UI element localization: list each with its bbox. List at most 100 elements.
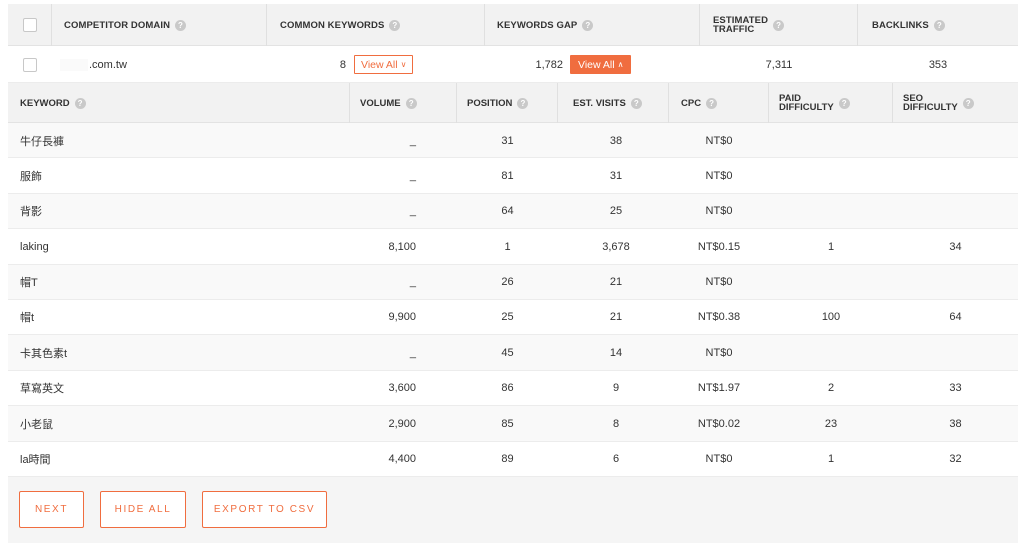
question-circle-icon[interactable]: ? (74, 97, 86, 109)
column-position[interactable]: POSITION ? (457, 83, 558, 123)
column-label: EST. VISITS (573, 97, 626, 109)
column-est-visits[interactable]: EST. VISITS ? (558, 83, 669, 123)
competitor-table-header: COMPETITOR DOMAIN ? COMMON KEYWORDS ? KE… (8, 4, 1018, 46)
column-estimated-traffic[interactable]: ESTIMATED TRAFFIC ? (700, 4, 858, 46)
question-circle-icon[interactable]: ? (706, 97, 718, 109)
column-keyword[interactable]: KEYWORD ? (8, 83, 350, 123)
cpc-cell: NT$0 (705, 134, 733, 147)
column-label: KEYWORDS GAP (497, 19, 578, 31)
keywords-gap-view-all-button[interactable]: View All ∧ (570, 46, 632, 83)
column-paid-difficulty[interactable]: PAID DIFFICULTY ? (769, 83, 893, 123)
paid-difficulty-cell (769, 194, 893, 229)
table-row: 草寫英文 3,600 86 9 NT$1.97 2 33 (8, 370, 1018, 407)
view-all-active-button[interactable]: View All ∧ (570, 55, 632, 74)
position-cell: 85 (501, 417, 514, 430)
paid-difficulty-cell: 1 (827, 240, 835, 253)
question-circle-icon[interactable]: ? (773, 19, 785, 31)
question-circle-icon[interactable]: ? (933, 19, 945, 31)
keyword-table-body: 牛仔長褲 _ 31 38 NT$0 服飾 _ 81 31 NT$0 背影 _ 6… (8, 123, 1018, 477)
seo-difficulty-cell: 38 (949, 417, 962, 430)
seo-difficulty-cell (893, 335, 1018, 370)
redacted-domain-part (60, 58, 88, 71)
keyword-cell: 卡其色素t (20, 347, 68, 360)
competitor-keywords-panel: COMPETITOR DOMAIN ? COMMON KEYWORDS ? KE… (8, 4, 1018, 543)
column-label: COMMON KEYWORDS (280, 19, 385, 31)
column-cpc[interactable]: CPC ? (669, 83, 769, 123)
cpc-cell: NT$0 (705, 169, 733, 182)
position-cell: 26 (501, 276, 514, 289)
keyword-cell: 帽t (20, 312, 35, 325)
count-value: 8 (339, 58, 346, 71)
question-circle-icon[interactable]: ? (630, 97, 642, 109)
table-row: la時間 4,400 89 6 NT$0 1 32 (8, 441, 1018, 477)
table-row: 帽T _ 26 21 NT$0 (8, 264, 1018, 300)
visits-cell: 25 (609, 205, 623, 218)
question-circle-icon[interactable]: ? (517, 97, 529, 109)
volume-cell: _ (409, 276, 416, 289)
common-keywords-view-all-button[interactable]: View All ∨ (354, 46, 414, 83)
question-circle-icon[interactable]: ? (582, 19, 594, 31)
view-all-button[interactable]: View All ∨ (354, 55, 414, 74)
column-competitor-domain[interactable]: COMPETITOR DOMAIN ? (52, 4, 267, 46)
paid-difficulty-cell: 100 (821, 311, 841, 324)
question-circle-icon[interactable]: ? (175, 19, 187, 31)
column-keywords-gap[interactable]: KEYWORDS GAP ? (485, 4, 700, 46)
row-checkbox[interactable] (23, 57, 37, 72)
visits-cell: 31 (609, 169, 623, 182)
seo-difficulty-cell (893, 123, 1018, 158)
table-row: 帽t 9,900 25 21 NT$0.38 100 64 (8, 299, 1018, 336)
column-label: PAID DIFFICULTY (779, 94, 834, 113)
volume-cell: 3,600 (388, 382, 416, 395)
question-circle-icon[interactable]: ? (389, 19, 401, 31)
table-row: 卡其色素t _ 45 14 NT$0 (8, 335, 1018, 371)
label-line-2: DIFFICULTY (903, 102, 958, 113)
column-backlinks[interactable]: BACKLINKS ? (858, 4, 1018, 46)
competitor-domain[interactable]: .com.tw (60, 46, 127, 83)
keyword-cell: 小老鼠 (20, 418, 53, 431)
table-row: 背影 _ 64 25 NT$0 (8, 193, 1018, 230)
traffic-value: 7,311 (765, 58, 793, 71)
export-csv-button[interactable]: EXPORT TO CSV (202, 491, 327, 528)
column-volume[interactable]: VOLUME ? (350, 83, 457, 123)
row-select-cell (23, 46, 37, 83)
column-label: SEO DIFFICULTY (903, 94, 958, 113)
question-circle-icon[interactable]: ? (405, 97, 417, 109)
cpc-cell: NT$0.38 (697, 311, 741, 324)
column-seo-difficulty[interactable]: SEO DIFFICULTY ? (893, 83, 1018, 123)
seo-difficulty-cell (893, 265, 1018, 300)
visits-cell: 8 (612, 417, 620, 430)
paid-difficulty-cell (769, 335, 893, 370)
column-label: CPC (681, 97, 702, 109)
question-circle-icon[interactable]: ? (962, 97, 974, 109)
chevron-up-icon: ∧ (617, 60, 624, 69)
seo-difficulty-cell (893, 194, 1018, 229)
backlinks-value: 353 (858, 46, 1018, 83)
seo-difficulty-cell: 32 (949, 453, 962, 466)
count-value: 1,782 (535, 58, 563, 71)
paid-difficulty-cell: 1 (827, 453, 835, 466)
column-label: ESTIMATED TRAFFIC (713, 16, 768, 35)
next-button[interactable]: NEXT (19, 491, 84, 528)
volume-cell: 9,900 (388, 311, 416, 324)
cpc-cell: NT$0 (705, 276, 733, 289)
column-common-keywords[interactable]: COMMON KEYWORDS ? (267, 4, 485, 46)
column-label: VOLUME (360, 97, 401, 109)
volume-cell: 4,400 (388, 453, 416, 466)
question-circle-icon[interactable]: ? (838, 97, 850, 109)
keyword-cell: 服飾 (20, 170, 42, 183)
keyword-cell: 背影 (20, 206, 42, 219)
keyword-cell: 帽T (20, 277, 38, 290)
paid-difficulty-cell (769, 123, 893, 158)
select-all-cell (8, 4, 52, 46)
paid-difficulty-cell (769, 158, 893, 193)
table-row: laking 8,100 1 3,678 NT$0.15 1 34 (8, 229, 1018, 265)
volume-cell: 8,100 (388, 240, 416, 253)
volume-cell: _ (409, 205, 416, 218)
cpc-cell: NT$1.97 (697, 382, 741, 395)
cpc-cell: NT$0 (705, 205, 733, 218)
keywords-gap-count: 1,782 (485, 46, 563, 83)
position-cell: 86 (501, 382, 514, 395)
select-all-checkbox[interactable] (22, 18, 37, 32)
visits-cell: 21 (609, 276, 623, 289)
hide-all-button[interactable]: HIDE ALL (100, 491, 186, 528)
